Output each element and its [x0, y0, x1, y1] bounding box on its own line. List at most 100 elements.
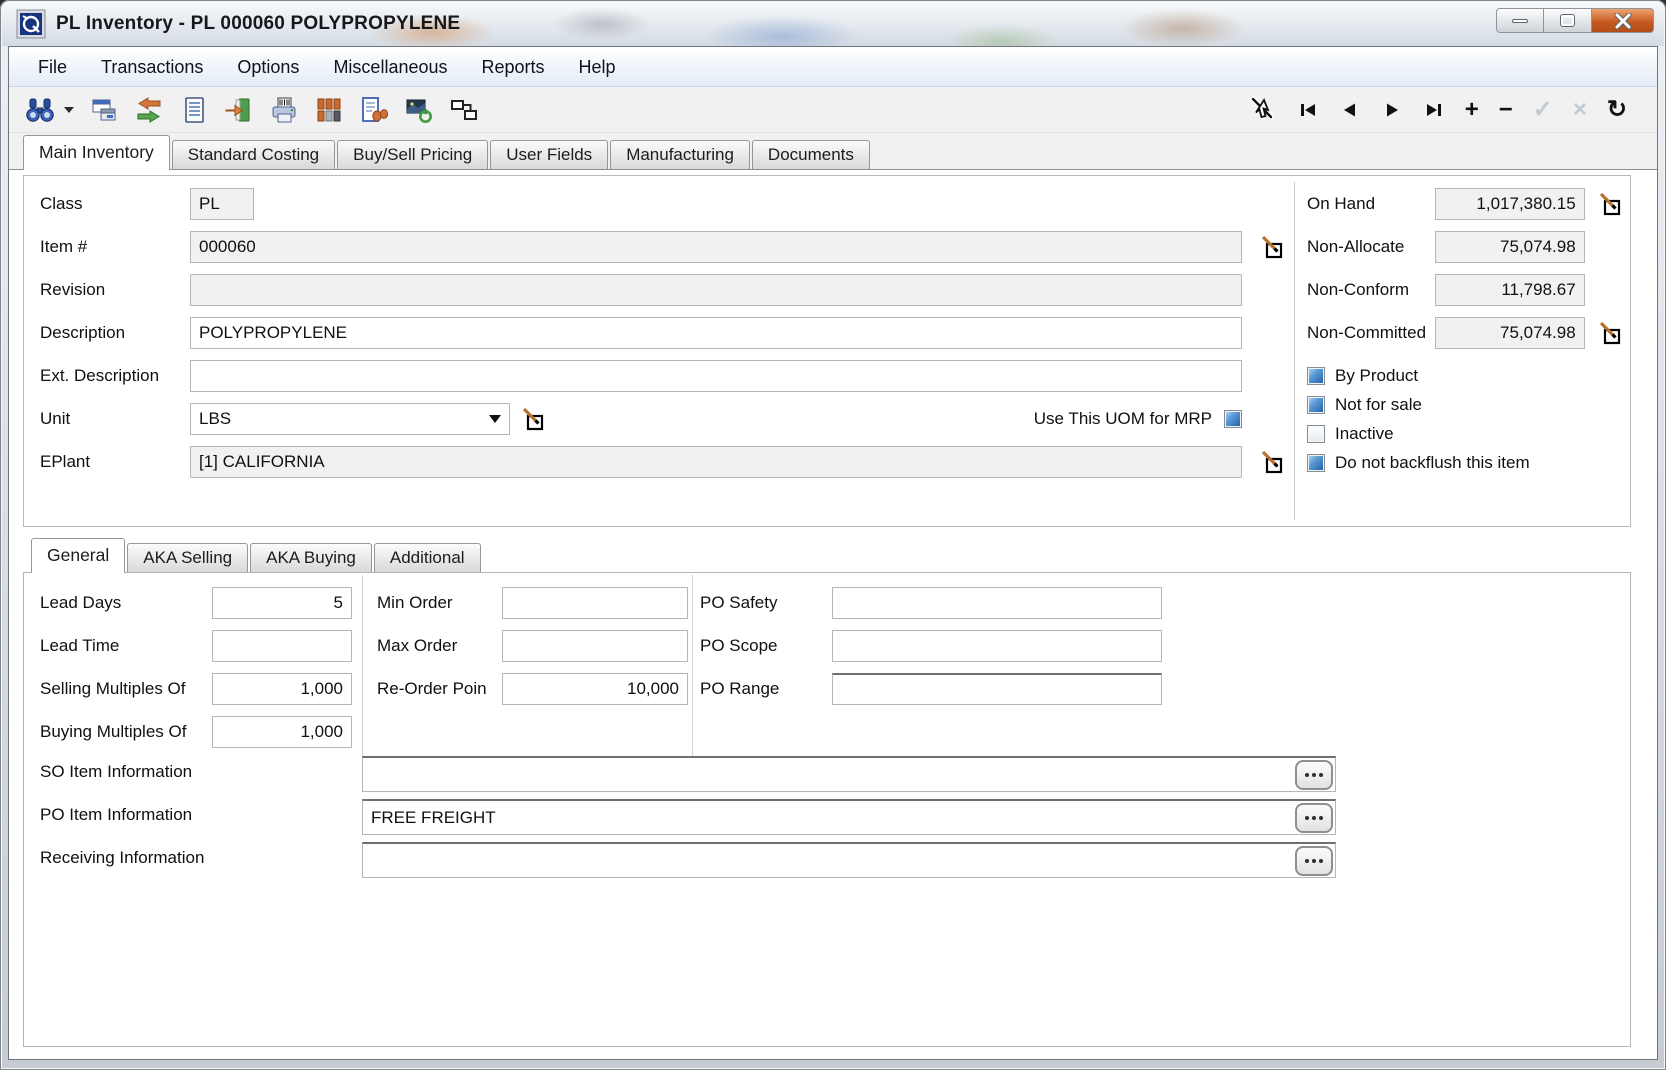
max-order-field[interactable]	[502, 630, 688, 662]
chevron-down-icon[interactable]	[489, 415, 501, 423]
main-inventory-page: Class PL Item # 000060	[9, 169, 1657, 1059]
find-dropdown-arrow[interactable]	[64, 107, 74, 113]
item-number-field[interactable]: 000060	[190, 231, 1242, 263]
ellipsis-icon	[1312, 773, 1316, 777]
report-lookup-icon[interactable]	[359, 95, 389, 125]
on-hand-note-icon[interactable]	[1597, 191, 1624, 218]
close-button[interactable]	[1592, 8, 1654, 33]
ellipsis-icon	[1312, 816, 1316, 820]
non-allocate-label: Non-Allocate	[1307, 237, 1435, 257]
uom-mrp-label: Use This UOM for MRP	[1034, 409, 1212, 429]
po-info-field[interactable]: FREE FREIGHT	[362, 799, 1336, 835]
buying-multiples-field[interactable]: 1,000	[212, 716, 352, 748]
close-icon	[1614, 13, 1632, 29]
subtab-aka-buying[interactable]: AKA Buying	[250, 543, 372, 572]
non-conform-label: Non-Conform	[1307, 280, 1435, 300]
transfer-arrows-icon[interactable]	[134, 95, 164, 125]
tab-manufacturing[interactable]: Manufacturing	[610, 140, 750, 169]
non-committed-note-icon[interactable]	[1597, 320, 1624, 347]
tab-buy-sell-pricing[interactable]: Buy/Sell Pricing	[337, 140, 488, 169]
po-safety-label: PO Safety	[700, 587, 777, 619]
cancel-edit-icon: ×	[1573, 95, 1587, 125]
eplant-note-icon[interactable]	[1259, 449, 1286, 476]
po-scope-field[interactable]	[832, 630, 1162, 662]
next-record-icon[interactable]	[1381, 99, 1403, 121]
refresh-icon[interactable]: ↻	[1607, 95, 1627, 125]
insert-record-icon[interactable]: +	[1465, 95, 1479, 125]
lead-days-field[interactable]: 5	[212, 587, 352, 619]
po-scope-label: PO Scope	[700, 630, 778, 662]
item-note-icon[interactable]	[1259, 234, 1286, 261]
maximize-button[interactable]	[1544, 8, 1592, 33]
flag-not-for-sale[interactable]: Not for sale	[1307, 390, 1624, 419]
po-range-field[interactable]	[832, 673, 1162, 705]
tab-standard-costing[interactable]: Standard Costing	[172, 140, 335, 169]
description-field[interactable]: POLYPROPYLENE	[190, 317, 1242, 349]
cascade-windows-icon[interactable]	[89, 95, 119, 125]
flag-by-product[interactable]: By Product	[1307, 361, 1624, 390]
selling-multiples-field[interactable]: 1,000	[212, 673, 352, 705]
subtab-additional[interactable]: Additional	[374, 543, 481, 572]
subtab-aka-selling[interactable]: AKA Selling	[127, 543, 248, 572]
min-order-field[interactable]	[502, 587, 688, 619]
general-tab-content: Lead Days 5 Lead Time Selling Multiples …	[23, 572, 1631, 1047]
lead-time-field[interactable]	[212, 630, 352, 662]
minimize-button[interactable]	[1496, 8, 1544, 33]
by-product-checkbox[interactable]	[1307, 367, 1325, 385]
ellipsis-icon	[1312, 859, 1316, 863]
reorder-point-label: Re-Order Poin	[377, 673, 487, 705]
so-info-label: SO Item Information	[40, 756, 192, 788]
inactive-checkbox[interactable]	[1307, 425, 1325, 443]
flag-no-backflush[interactable]: Do not backflush this item	[1307, 448, 1624, 477]
menu-file[interactable]: File	[21, 48, 84, 86]
no-edit-cursor-icon	[1249, 96, 1277, 124]
po-info-ellipsis-button[interactable]	[1295, 803, 1333, 833]
first-record-icon[interactable]	[1297, 99, 1319, 121]
eplant-field[interactable]: [1] CALIFORNIA	[190, 446, 1242, 478]
tab-documents[interactable]: Documents	[752, 140, 870, 169]
reorder-point-field[interactable]: 10,000	[502, 673, 688, 705]
post-edit-icon: ✓	[1533, 95, 1553, 125]
label-grid-icon[interactable]	[314, 95, 344, 125]
menu-transactions[interactable]: Transactions	[84, 48, 220, 86]
sub-tab-bar: General AKA Selling AKA Buying Additiona…	[23, 538, 1631, 572]
receiving-info-field[interactable]	[362, 842, 1336, 878]
not-for-sale-checkbox[interactable]	[1307, 396, 1325, 414]
ext-description-field[interactable]	[190, 360, 1242, 392]
no-backflush-checkbox[interactable]	[1307, 454, 1325, 472]
buying-multiples-label: Buying Multiples Of	[40, 716, 186, 748]
notes-icon[interactable]	[179, 95, 209, 125]
tab-main-inventory[interactable]: Main Inventory	[23, 135, 170, 170]
menu-help[interactable]: Help	[562, 48, 633, 86]
menu-miscellaneous[interactable]: Miscellaneous	[316, 48, 464, 86]
prior-record-icon[interactable]	[1339, 99, 1361, 121]
image-export-icon[interactable]	[404, 95, 434, 125]
so-info-ellipsis-button[interactable]	[1295, 760, 1333, 790]
tab-user-fields[interactable]: User Fields	[490, 140, 608, 169]
po-safety-field[interactable]	[832, 587, 1162, 619]
class-field[interactable]: PL	[190, 188, 254, 220]
find-icon[interactable]	[25, 95, 55, 125]
ext-description-label: Ext. Description	[40, 366, 190, 386]
window-title: PL Inventory - PL 000060 POLYPROPYLENE	[56, 13, 460, 35]
subtab-general[interactable]: General	[31, 538, 125, 573]
uom-mrp-checkbox[interactable]	[1224, 410, 1242, 428]
hierarchy-icon[interactable]	[449, 95, 479, 125]
print-barcode-icon[interactable]	[269, 95, 299, 125]
so-info-field[interactable]	[362, 756, 1336, 792]
last-record-icon[interactable]	[1423, 99, 1445, 121]
column-divider	[362, 575, 363, 761]
menu-reports[interactable]: Reports	[465, 48, 562, 86]
maximize-icon	[1561, 15, 1574, 26]
unit-note-icon[interactable]	[520, 406, 547, 433]
exit-book-icon[interactable]	[224, 95, 254, 125]
menu-options[interactable]: Options	[220, 48, 316, 86]
revision-field[interactable]	[190, 274, 1242, 306]
flag-inactive[interactable]: Inactive	[1307, 419, 1624, 448]
app-logo-icon	[16, 9, 46, 39]
receiving-info-ellipsis-button[interactable]	[1295, 846, 1333, 876]
non-committed-label: Non-Committed	[1307, 323, 1435, 343]
delete-record-icon[interactable]: −	[1499, 95, 1513, 125]
unit-combobox[interactable]: LBS	[190, 403, 510, 435]
item-header-panel: Class PL Item # 000060	[23, 175, 1631, 527]
